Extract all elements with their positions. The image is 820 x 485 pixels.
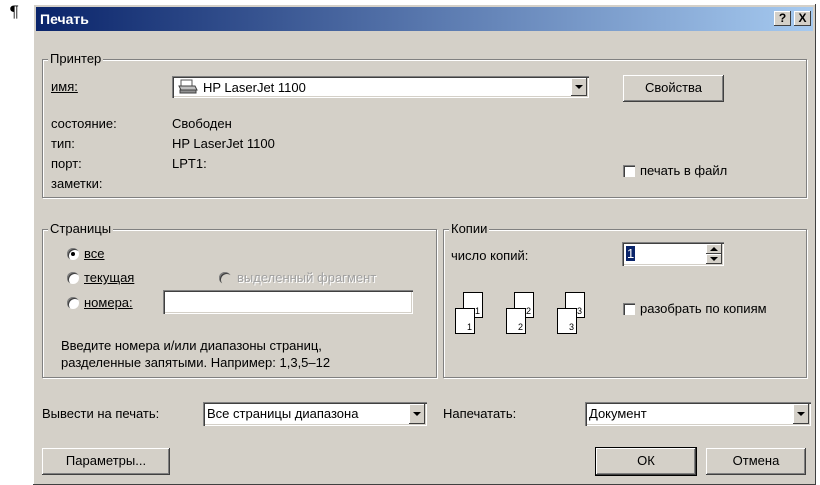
port-label: порт:: [51, 156, 82, 171]
print-to-file-checkbox[interactable]: [623, 165, 635, 177]
print-range-select[interactable]: Все страницы диапазона: [203, 402, 427, 426]
copies-group-label: Копии: [449, 221, 490, 236]
pages-numbers-radio[interactable]: [67, 297, 79, 309]
print-range-dropdown-arrow-icon[interactable]: [409, 404, 425, 424]
printer-name-value: HP LaserJet 1100: [203, 80, 306, 95]
pages-all-radio[interactable]: [67, 248, 79, 260]
collate-page-front-3: 3: [568, 322, 574, 332]
print-what-select[interactable]: Документ: [585, 402, 811, 426]
type-value: HP LaserJet 1100: [172, 136, 275, 151]
pages-selection-radio[interactable]: [219, 272, 231, 284]
pages-selection-label[interactable]: выделенный фрагмент: [237, 270, 376, 285]
copies-count-value: 1: [626, 246, 636, 261]
collate-checkbox[interactable]: [623, 303, 635, 315]
printer-group-label: Принтер: [48, 51, 104, 66]
printer-name-label: имя:: [51, 79, 78, 94]
collate-page-back-2: 2: [525, 306, 531, 316]
pilcrow-mark: ¶: [9, 2, 20, 21]
collate-page-back-3: 3: [576, 306, 582, 316]
type-label: тип:: [51, 136, 75, 151]
copies-down-arrow-icon[interactable]: [706, 254, 722, 264]
collate-page-front-2: 2: [517, 322, 523, 332]
print-to-file-label[interactable]: печать в файл: [640, 163, 727, 178]
pages-group-label: Страницы: [48, 221, 114, 236]
dialog-title: Печать: [40, 11, 89, 27]
help-button[interactable]: ?: [774, 11, 791, 26]
print-what-label: Напечатать:: [443, 406, 517, 421]
print-dialog: Печать ? X Принтер имя: HP LaserJet 1100…: [33, 4, 816, 485]
print-range-value: Все страницы диапазона: [207, 406, 359, 421]
close-button[interactable]: X: [794, 11, 811, 26]
collate-page-front-1: 1: [466, 322, 472, 332]
pages-hint-line2: разделенные запятыми. Например: 1,3,5–12: [61, 355, 331, 370]
title-bar: Печать ? X: [36, 7, 813, 31]
options-button-label: Параметры...: [65, 453, 147, 468]
printer-name-dropdown-arrow-icon[interactable]: [571, 78, 587, 96]
ok-button[interactable]: ОК: [595, 447, 697, 476]
printer-icon: [178, 79, 198, 98]
print-what-value: Документ: [589, 406, 647, 421]
collate-label[interactable]: разобрать по копиям: [640, 301, 767, 316]
cancel-button[interactable]: Отмена: [706, 448, 806, 475]
pages-current-radio[interactable]: [67, 272, 79, 284]
options-button[interactable]: Параметры...: [42, 448, 170, 475]
printer-name-select[interactable]: HP LaserJet 1100: [172, 76, 589, 98]
port-value: LPT1:: [172, 156, 207, 171]
pages-hint-line1: Введите номера и/или диапазоны страниц,: [61, 338, 322, 353]
status-label: состояние:: [51, 116, 117, 131]
pages-numbers-label[interactable]: номера:: [84, 295, 133, 310]
properties-button[interactable]: Свойства: [623, 75, 724, 102]
collate-page-back-1: 1: [474, 306, 480, 316]
ok-button-label: ОК: [637, 453, 655, 468]
copies-up-arrow-icon[interactable]: [706, 244, 722, 254]
print-range-label: Вывести на печать:: [42, 406, 160, 421]
copies-count-label: число копий:: [451, 248, 529, 263]
cancel-button-label: Отмена: [732, 453, 780, 468]
pages-numbers-input[interactable]: [163, 290, 413, 314]
copies-count-spinner[interactable]: 1: [622, 242, 724, 266]
print-what-dropdown-arrow-icon[interactable]: [793, 404, 809, 424]
status-value: Свободен: [172, 116, 232, 131]
pages-current-label[interactable]: текущая: [84, 270, 134, 285]
pages-all-label[interactable]: все: [84, 246, 105, 261]
properties-button-label: Свойства: [644, 80, 703, 95]
notes-label: заметки:: [51, 176, 103, 191]
